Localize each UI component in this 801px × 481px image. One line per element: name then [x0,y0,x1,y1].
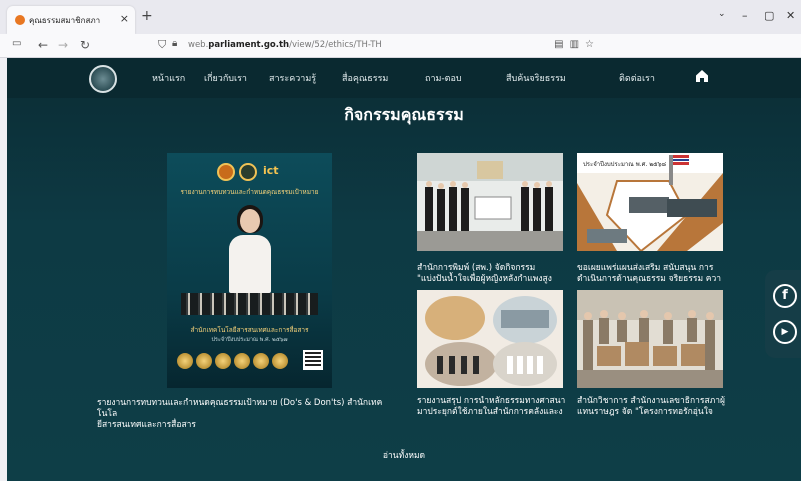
qr-code [303,350,323,370]
collage-image [417,290,563,388]
ministry-seal-icon [217,163,235,181]
reload-icon[interactable]: ↻ [80,38,90,52]
parliament-emblem-logo[interactable] [89,65,117,93]
activity-card-image[interactable]: ประจำปีงบประมาณ พ.ศ. ๒๕๖๘ [577,153,723,251]
address-bar[interactable]: ⛉ 🔒︎ web.parliament.go.th/view/52/ethics… [150,37,608,55]
nav-ethics-media[interactable]: สื่อคุณธรรม [342,71,388,85]
sidebar-toggle-icon[interactable]: ▭ [12,38,21,49]
poster-heading: รายงานการทบทวนและกำหนดคุณธรรมเป้าหมาย [180,188,319,196]
site-favicon-icon [15,15,25,25]
youtube-icon[interactable]: ▶ [773,320,797,344]
agency-seal-icon [239,163,257,181]
forward-arrow-icon[interactable]: → [58,38,68,52]
tab-list-chevron-icon[interactable]: ⌄ [718,9,726,19]
social-links-panel: f ▶ [765,270,801,358]
lock-icon[interactable]: 🔒︎ [172,38,177,49]
browser-tab-bar: คุณธรรมสมาชิกสภา × + ⌄ – ▢ ✕ [0,0,801,34]
activity-card-image[interactable] [417,290,563,388]
collage-banner: ประจำปีงบประมาณ พ.ศ. ๒๕๖๘ [583,161,667,168]
new-tab-button[interactable]: + [141,8,153,24]
close-tab-icon[interactable]: × [120,12,129,25]
ict-logo: ict [263,164,279,177]
home-icon[interactable] [695,69,709,83]
poster-subheading: สำนักเทคโนโลยีสารสนเทศและการสื่อสาร [190,326,309,334]
url-text[interactable]: web.parliament.go.th/view/52/ethics/TH-T… [188,40,382,50]
nav-about[interactable]: เกี่ยวกับเรา [204,71,247,85]
nav-contact[interactable]: ติดต่อเรา [619,71,655,85]
activity-card-caption[interactable]: รายงานสรุป การนำหลักธรรมทางศาสนา มาประยุ… [417,396,567,418]
poster-year: ประจำปีงบประมาณ พ.ศ. ๒๕๖๗ [211,337,288,343]
group-photo-image [577,290,723,388]
back-arrow-icon[interactable]: ← [38,38,48,52]
tab-title: คุณธรรมสมาชิกสภา [29,16,101,25]
page-title: กิจกรรมคุณธรรม [344,105,464,124]
group-photo-image [417,153,563,251]
activity-card-caption[interactable]: สำนักวิชาการ สำนักงานเลขาธิการสภาผู้ แทน… [577,396,727,418]
nav-knowledge[interactable]: สาระความรู้ [269,71,316,85]
website-viewport: หน้าแรก เกี่ยวกับเรา สาระความรู้ สื่อคุณ… [7,58,801,481]
activity-card-caption[interactable]: สำนักการพิมพ์ (สพ.) จัดกิจกรรม "แบ่งปันน… [417,263,567,285]
browser-tab[interactable]: คุณธรรมสมาชิกสภา × [7,6,135,34]
reader-and-bookmark-icons[interactable]: ▤▥☆ [554,39,600,50]
activity-card-image[interactable] [417,153,563,251]
featured-activity-caption[interactable]: รายงานการทบทวนและกำหนดคุณธรรมเป้าหมาย (D… [97,398,397,431]
minimize-button[interactable]: – [742,9,748,22]
nav-home[interactable]: หน้าแรก [152,71,185,85]
close-window-button[interactable]: ✕ [786,9,795,22]
activity-card-image[interactable] [577,290,723,388]
nav-qa[interactable]: ถาม-ตอบ [425,71,462,85]
maximize-button[interactable]: ▢ [764,9,774,22]
site-navigation: หน้าแรก เกี่ยวกับเรา สาระความรู้ สื่อคุณ… [7,58,801,98]
nav-ethics-search[interactable]: สืบค้นจริยธรรม [506,71,566,85]
read-all-link[interactable]: อ่านทั้งหมด [7,448,801,462]
poster-group-photo [181,293,318,315]
activity-card-caption[interactable]: ขอเผยแพร่แผนส่งเสริม สนับสนุน การ ดำเนิน… [577,263,727,285]
poster-portrait [225,203,275,293]
facebook-icon[interactable]: f [773,284,797,308]
tracking-shield-icon[interactable]: ⛉ [158,38,166,52]
featured-activity-image[interactable]: ict รายงานการทบทวนและกำหนดคุณธรรมเป้าหมา… [167,153,332,388]
browser-nav-bar: ▭ ← → ↻ ⛉ 🔒︎ web.parliament.go.th/view/5… [0,34,801,83]
